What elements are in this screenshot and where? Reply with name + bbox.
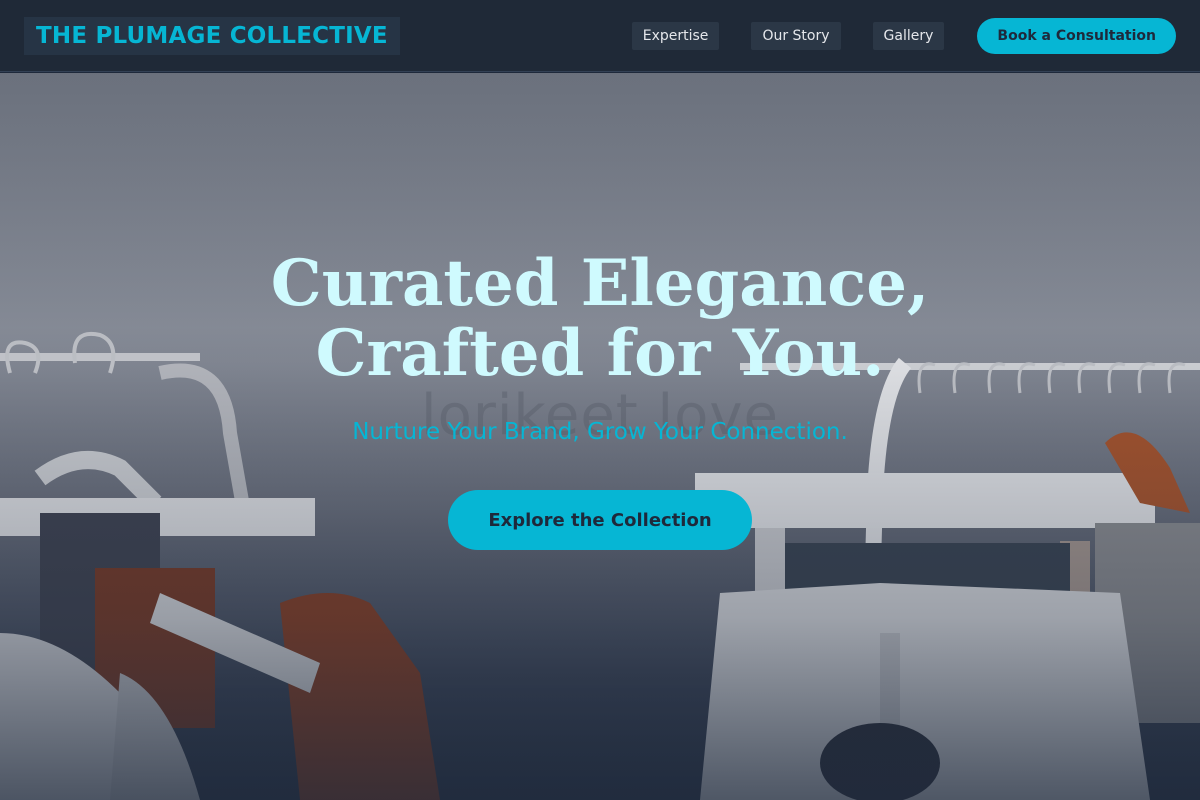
hero-subheadline: Nurture Your Brand, Grow Your Connection… — [352, 419, 848, 445]
brand-logo[interactable]: THE PLUMAGE COLLECTIVE — [24, 16, 400, 55]
nav-link-our-story[interactable]: Our Story — [751, 21, 841, 50]
nav-menu: Expertise Our Story Gallery Book a Consu… — [631, 17, 1176, 54]
book-consultation-button[interactable]: Book a Consultation — [977, 17, 1176, 54]
nav-link-gallery[interactable]: Gallery — [872, 21, 945, 50]
hero-section: lorikeet love Curated Elegance, Crafted … — [0, 73, 1200, 800]
explore-collection-button[interactable]: Explore the Collection — [448, 490, 752, 550]
hero-headline: Curated Elegance, Crafted for You. — [0, 249, 1200, 389]
hero-headline-line-1: Curated Elegance, — [270, 246, 930, 321]
hero-headline-line-2: Crafted for You. — [315, 316, 885, 391]
nav-link-expertise[interactable]: Expertise — [631, 21, 720, 50]
top-navigation-bar: THE PLUMAGE COLLECTIVE Expertise Our Sto… — [0, 0, 1200, 72]
